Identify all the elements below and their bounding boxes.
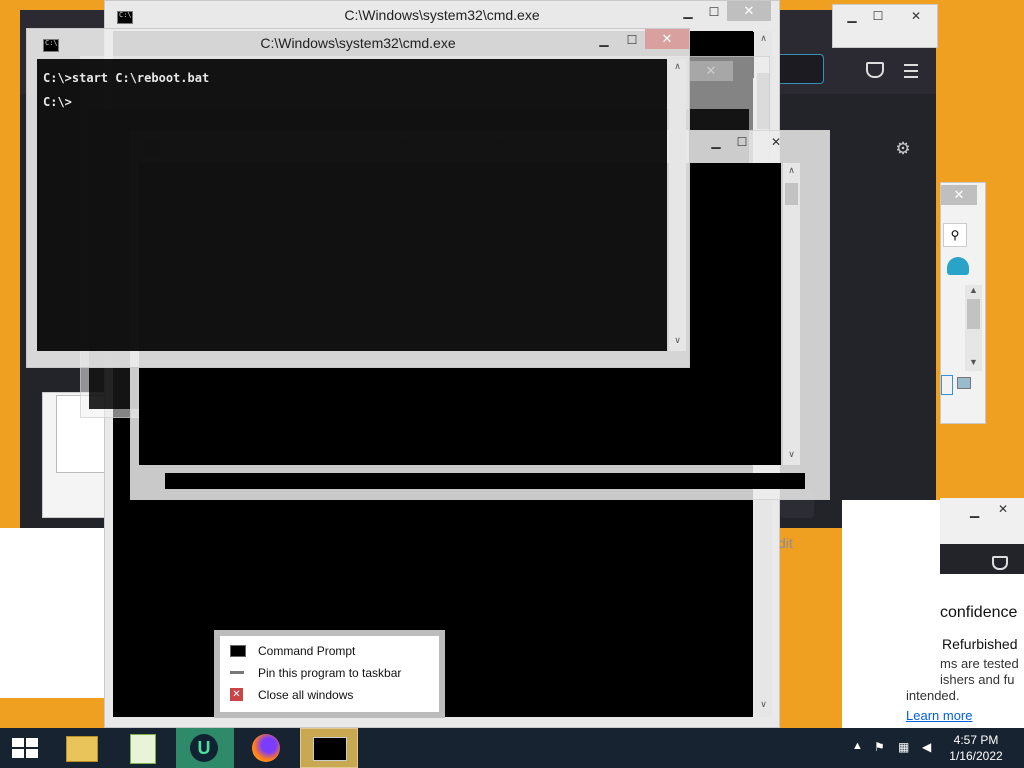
front-title: C:\Windows\system32\cmd.exe (260, 35, 456, 51)
clock-time: 4:57 PM (953, 733, 999, 747)
volume-muted-icon[interactable]: ◀ (922, 740, 931, 754)
shell-icon (947, 257, 969, 275)
scroll-up-arrow[interactable]: ▲ (965, 285, 982, 295)
settings-gear-icon[interactable]: ⚙ (894, 140, 912, 158)
ghost2-bottom-strip (165, 473, 805, 489)
list-view-icon[interactable] (941, 375, 953, 395)
front-maximize-button[interactable]: ☐ (619, 31, 645, 49)
taskbar-app-u[interactable]: U (176, 728, 234, 768)
minimize-button[interactable]: ▁ (675, 3, 701, 21)
right-panel-line2: Refurbished (942, 636, 1018, 652)
taskbar-clock[interactable]: 4:57 PM 1/16/2022 (936, 732, 1016, 764)
file-explorer-icon (66, 736, 98, 762)
right-panel-line1: confidence (940, 604, 1018, 621)
maximize-button[interactable]: ☐ (701, 3, 727, 21)
network-icon[interactable]: ▦ (898, 740, 909, 754)
ghost2-minimize-button[interactable]: ▁ (703, 133, 729, 151)
right-panel-line5: intended. (906, 688, 960, 703)
edit-label[interactable]: dit (778, 535, 793, 551)
minimize-button[interactable]: ▁ (839, 7, 865, 25)
windows-logo-icon (12, 738, 38, 758)
scroll-thumb[interactable] (785, 183, 798, 205)
cmd-window-right: ▁ ☐ ✕ (832, 4, 938, 48)
scroll-thumb[interactable] (967, 299, 980, 329)
close-button[interactable]: ✕ (727, 1, 771, 21)
scroll-down-arrow[interactable]: ∨ (755, 699, 772, 710)
cmd-main-titlebar[interactable]: C:\Windows\system32\cmd.exe ▁ ☐ ✕ (105, 1, 779, 29)
scroll-up-arrow[interactable]: ∧ (669, 61, 686, 72)
bg-close-button[interactable]: ✕ (998, 502, 1008, 516)
right-panel-pocket-icon[interactable] (992, 556, 1008, 570)
pin-icon (230, 671, 244, 674)
jump-list-panel: Command Prompt Pin this program to taskb… (220, 636, 439, 712)
taskbar: U ▲ ⚑ ▦ ◀ 4:57 PM 1/16/2022 (0, 728, 1024, 768)
scroll-down-arrow[interactable]: ∨ (783, 449, 800, 460)
thumbnail-view-icon[interactable] (957, 377, 971, 389)
firefox-icon (252, 734, 280, 762)
right-panel-line4: ishers and fu (940, 672, 1015, 687)
taskbar-notepad-plus-plus[interactable] (114, 728, 172, 768)
clock-date: 1/16/2022 (949, 749, 1003, 763)
front-console-line1: C:\>start C:\reboot.bat (43, 71, 210, 85)
front-scrollbar[interactable]: ∧ ∨ (669, 59, 686, 351)
jump-item-label: Close all windows (258, 688, 354, 702)
tray-chevron-icon[interactable]: ▲ (852, 740, 863, 752)
learn-more-link[interactable]: Learn more (906, 708, 972, 723)
front-close-button[interactable]: ✕ (645, 29, 689, 49)
start-button[interactable] (0, 728, 50, 768)
command-prompt-icon (313, 737, 347, 761)
ghost2-close-button[interactable]: ✕ (763, 133, 789, 151)
taskbar-firefox[interactable] (238, 728, 296, 768)
taskbar-jump-list: Command Prompt Pin this program to taskb… (214, 630, 445, 718)
front-console[interactable]: C:\>start C:\reboot.bat C:\> (37, 59, 667, 351)
scroll-up-arrow[interactable]: ∧ (783, 165, 800, 176)
notepad-plus-plus-icon (130, 734, 156, 764)
ghost2-scrollbar[interactable]: ∧ ∨ (783, 163, 800, 465)
search-icon[interactable]: ⚲ (943, 223, 967, 247)
taskbar-file-explorer[interactable] (52, 728, 110, 768)
small-window-scrollbar[interactable]: ▲ ▼ (965, 285, 982, 371)
small-window-right: ✕ ⚲ ▲ ▼ (940, 182, 986, 424)
maximize-button[interactable]: ☐ (865, 7, 891, 25)
scroll-down-arrow[interactable]: ▼ (965, 357, 982, 367)
bg-minimize-button[interactable]: ▁ (970, 504, 979, 518)
close-button[interactable]: ✕ (903, 7, 929, 25)
taskbar-command-prompt[interactable] (300, 728, 358, 768)
pocket-icon[interactable] (866, 62, 884, 78)
bg-window-right-bottom: ▁ ✕ (940, 498, 1024, 544)
unknown-u-icon: U (190, 734, 218, 762)
cmd-window-front: C:\Windows\system32\cmd.exe ▁ ☐ ✕ C:\>st… (26, 28, 690, 368)
front-console-line2: C:\> (43, 95, 72, 109)
front-titlebar[interactable]: C:\Windows\system32\cmd.exe ▁ ☐ ✕ (27, 29, 689, 57)
small-window-close-button[interactable]: ✕ (941, 185, 977, 205)
menu-icon[interactable] (904, 64, 918, 78)
scroll-down-arrow[interactable]: ∨ (669, 335, 686, 346)
right-panel-line3: ms are tested (940, 656, 1019, 671)
action-center-icon[interactable]: ⚑ (874, 740, 885, 754)
jump-item-label: Command Prompt (258, 644, 356, 658)
ghost1-close-button[interactable]: ✕ (689, 61, 733, 81)
scroll-up-arrow[interactable]: ∧ (755, 33, 772, 44)
ghost2-maximize-button[interactable]: ☐ (729, 133, 755, 151)
cmd-icon (230, 645, 246, 657)
close-icon: ✕ (230, 688, 243, 701)
bg-left-panel (0, 528, 104, 698)
front-minimize-button[interactable]: ▁ (591, 31, 617, 49)
jump-item-label: Pin this program to taskbar (258, 666, 402, 680)
